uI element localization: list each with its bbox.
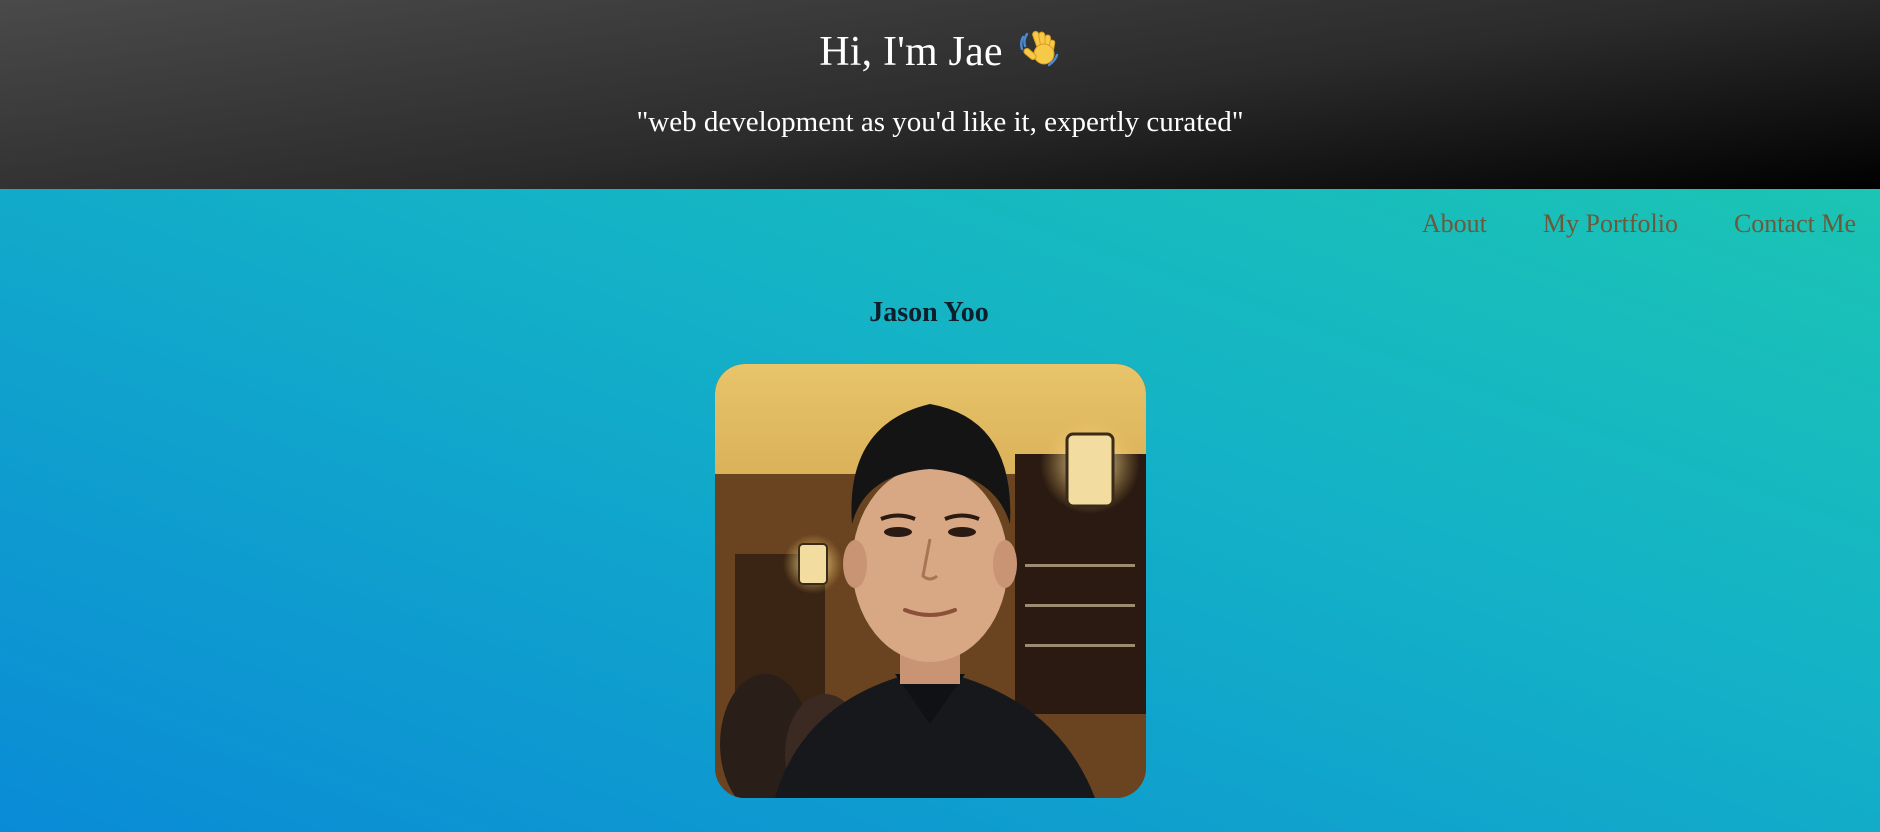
site-header: Hi, I'm Jae "web development as you'd li… [0,0,1880,189]
hero-title-text: Hi, I'm Jae [819,29,1003,75]
waving-hand-icon [1017,27,1061,71]
profile-photo [715,364,1146,798]
nav-link-portfolio[interactable]: My Portfolio [1543,204,1678,244]
nav-link-contact[interactable]: Contact Me [1734,204,1856,244]
tagline: "web development as you'd like it, exper… [636,106,1244,138]
profile-name: Jason Yoo [869,297,989,328]
nav-link-about[interactable]: About [1422,204,1487,244]
hero-title: Hi, I'm Jae [0,24,1880,80]
main-nav: About My Portfolio Contact Me [1422,204,1856,244]
